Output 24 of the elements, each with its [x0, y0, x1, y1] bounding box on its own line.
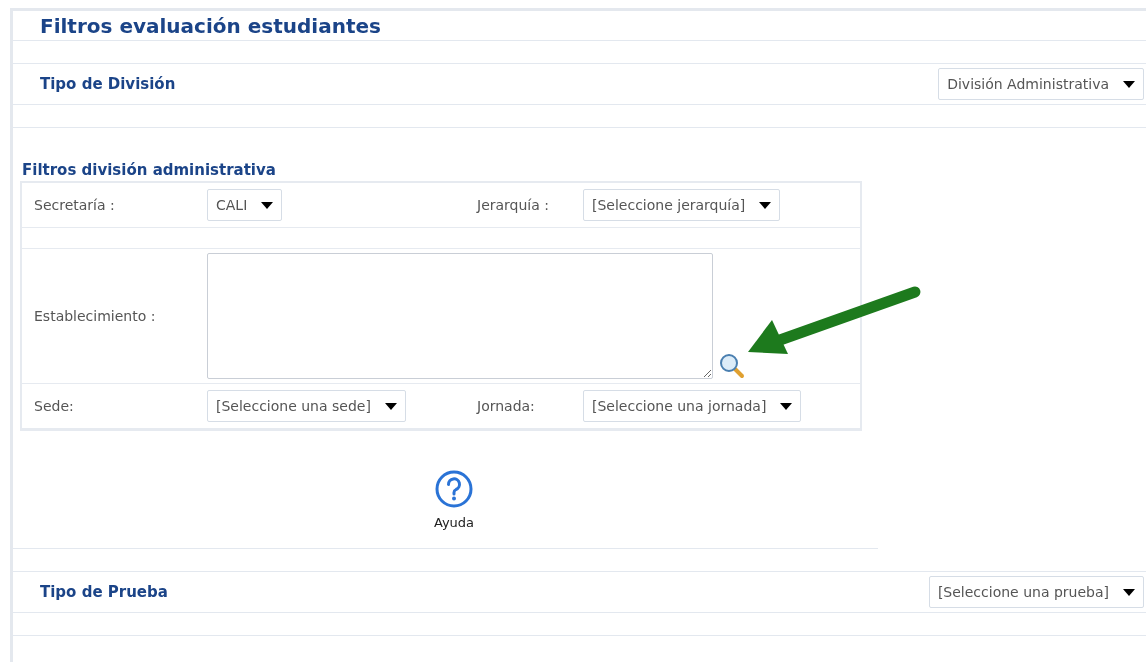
field-label: Establecimiento : — [34, 308, 156, 324]
help-icon — [434, 469, 474, 509]
help-button[interactable]: Ayuda — [419, 469, 489, 530]
caret-icon — [780, 402, 793, 410]
dropdown-select[interactable]: [Seleccione una prueba] — [928, 576, 1144, 608]
dropdown-select[interactable]: CALI — [207, 189, 283, 221]
field-label: Secretaría : — [34, 197, 115, 213]
field-label: Tipo de Prueba — [40, 583, 168, 601]
caret-icon — [384, 402, 397, 410]
field-label: Jornada: — [477, 398, 535, 414]
dropdown-select[interactable]: [Seleccione una jornada] — [583, 390, 802, 422]
search-icon[interactable] — [719, 353, 745, 379]
section-heading: Filtros división administrativa — [22, 161, 277, 179]
field-label: Jerarquía : — [477, 197, 549, 213]
caret-icon — [1123, 80, 1135, 88]
dropdown-select[interactable]: [Seleccione una sede] — [207, 390, 406, 422]
dropdown-select[interactable]: División Administrativa — [938, 68, 1144, 100]
field-label: Tipo de División — [40, 75, 176, 93]
caret-icon — [261, 201, 274, 209]
caret-icon — [1123, 588, 1135, 596]
dropdown-select[interactable]: [Seleccione jerarquía] — [583, 189, 781, 221]
field-label: Sede: — [34, 398, 74, 414]
caret-icon — [759, 201, 772, 209]
page-title: Filtros evaluación estudiantes — [13, 11, 1146, 41]
